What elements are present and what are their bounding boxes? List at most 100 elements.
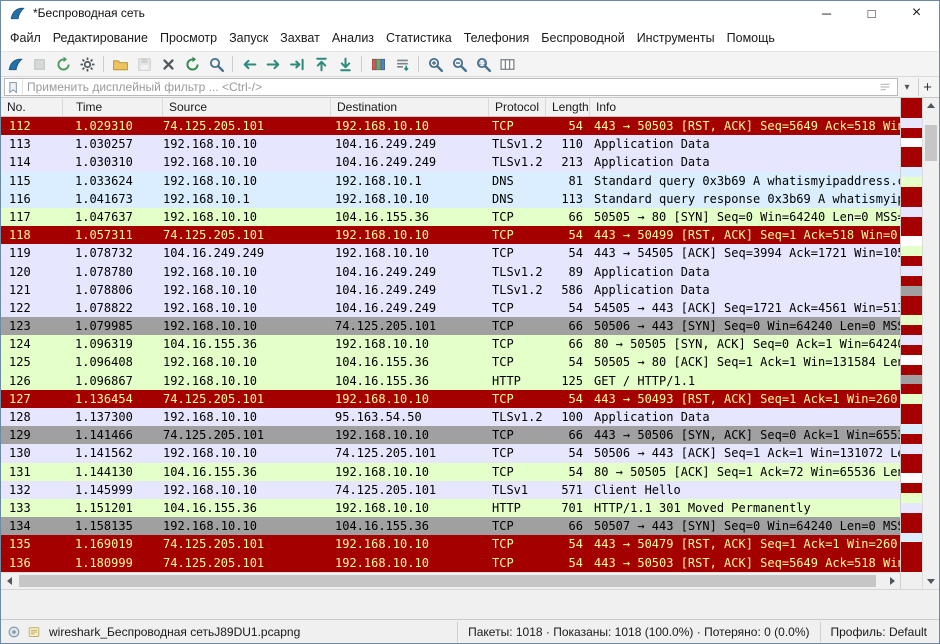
- minimap-stripe: [901, 217, 922, 227]
- minimize-button[interactable]: ─: [804, 1, 849, 25]
- packet-row[interactable]: 1121.02931074.125.205.101192.168.10.10TC…: [1, 117, 900, 135]
- vertical-scrollbar-thumb[interactable]: [925, 125, 937, 161]
- menu-item[interactable]: Просмотр: [154, 27, 223, 49]
- packet-row[interactable]: 1141.030310192.168.10.10104.16.249.249TL…: [1, 153, 900, 171]
- packet-row[interactable]: 1261.096867192.168.10.10104.16.155.36HTT…: [1, 372, 900, 390]
- menu-item[interactable]: Помощь: [721, 27, 781, 49]
- packet-row[interactable]: 1341.158135192.168.10.10104.16.155.36TCP…: [1, 517, 900, 535]
- column-header-source[interactable]: Source: [163, 98, 331, 116]
- packet-row[interactable]: 1331.151201104.16.155.36192.168.10.10HTT…: [1, 499, 900, 517]
- packet-cell-protocol: TLSv1.2: [489, 281, 546, 299]
- resize-columns-button[interactable]: [496, 53, 518, 75]
- expert-info-icon[interactable]: [5, 623, 23, 641]
- scroll-up-button[interactable]: [923, 98, 939, 113]
- packet-row[interactable]: 1321.145999192.168.10.1074.125.205.101TL…: [1, 481, 900, 499]
- column-header-info[interactable]: Info: [590, 98, 900, 116]
- packet-minimap[interactable]: [901, 98, 922, 572]
- zoom-original-button[interactable]: 1:1: [472, 53, 494, 75]
- packet-cell-info: 443 → 50503 [RST, ACK] Seq=5649 Ack=518 …: [590, 554, 900, 572]
- scroll-left-button[interactable]: [1, 573, 17, 589]
- scroll-right-button[interactable]: [884, 573, 900, 589]
- go-forward-button[interactable]: [262, 53, 284, 75]
- column-header-no[interactable]: No.: [1, 98, 63, 116]
- go-last-button[interactable]: [334, 53, 356, 75]
- menu-item[interactable]: Файл: [4, 27, 47, 49]
- menu-item[interactable]: Запуск: [223, 27, 274, 49]
- horizontal-scrollbar-track[interactable]: [17, 573, 884, 589]
- packet-row[interactable]: 1241.096319104.16.155.36192.168.10.10TCP…: [1, 335, 900, 353]
- packet-row[interactable]: 1201.078780192.168.10.10104.16.249.249TL…: [1, 263, 900, 281]
- packet-row[interactable]: 1291.14146674.125.205.101192.168.10.10TC…: [1, 426, 900, 444]
- filter-add-button[interactable]: +: [918, 78, 936, 96]
- maximize-button[interactable]: □: [849, 1, 894, 25]
- packet-row[interactable]: 1171.047637192.168.10.10104.16.155.36TCP…: [1, 208, 900, 226]
- restart-capture-button[interactable]: [52, 53, 74, 75]
- packet-row[interactable]: 1191.078732104.16.249.249192.168.10.10TC…: [1, 244, 900, 262]
- menu-item[interactable]: Статистика: [380, 27, 458, 49]
- minimap-stripe: [901, 98, 922, 108]
- menu-item[interactable]: Беспроводной: [535, 27, 630, 49]
- menu-item[interactable]: Анализ: [326, 27, 380, 49]
- packet-row[interactable]: 1361.18099974.125.205.101192.168.10.10TC…: [1, 554, 900, 572]
- packet-row[interactable]: 1301.141562192.168.10.1074.125.205.101TC…: [1, 444, 900, 462]
- profile-label[interactable]: Профиль: Default: [820, 622, 936, 642]
- stop-capture-button: [28, 53, 50, 75]
- packet-cell-source: 192.168.10.10: [163, 263, 331, 281]
- packet-row[interactable]: 1231.079985192.168.10.1074.125.205.101TC…: [1, 317, 900, 335]
- menu-item[interactable]: Инструменты: [631, 27, 721, 49]
- column-header-time[interactable]: Time: [63, 98, 163, 116]
- packet-cell-time: 1.137300: [63, 408, 163, 426]
- zoom-out-button[interactable]: [448, 53, 470, 75]
- menu-item[interactable]: Телефония: [458, 27, 536, 49]
- filter-history-dropdown[interactable]: ▾: [898, 78, 916, 96]
- minimap-stripe: [901, 108, 922, 118]
- horizontal-scrollbar[interactable]: [1, 572, 900, 589]
- save-file-icon: [136, 56, 153, 73]
- go-back-button[interactable]: [238, 53, 260, 75]
- start-capture-button[interactable]: [4, 53, 26, 75]
- open-file-button[interactable]: [109, 53, 131, 75]
- packet-cell-no: 126: [1, 372, 63, 390]
- column-header-protocol[interactable]: Protocol: [489, 98, 546, 116]
- go-first-button[interactable]: [310, 53, 332, 75]
- packet-cell-destination: 192.168.10.10: [331, 335, 489, 353]
- close-file-button[interactable]: [157, 53, 179, 75]
- packet-row[interactable]: 1271.13645474.125.205.101192.168.10.10TC…: [1, 390, 900, 408]
- menu-item[interactable]: Захват: [274, 27, 326, 49]
- close-button[interactable]: ×: [894, 1, 939, 25]
- vertical-scrollbar[interactable]: [922, 98, 939, 589]
- packet-row[interactable]: 1181.05731174.125.205.101192.168.10.10TC…: [1, 226, 900, 244]
- horizontal-scrollbar-thumb[interactable]: [19, 575, 876, 587]
- packet-cell-source: 74.125.205.101: [163, 226, 331, 244]
- display-filter-input[interactable]: [23, 79, 873, 95]
- packet-row[interactable]: 1311.144130104.16.155.36192.168.10.10TCP…: [1, 463, 900, 481]
- packet-cell-destination: 104.16.249.249: [331, 135, 489, 153]
- scroll-down-button[interactable]: [923, 574, 939, 589]
- vertical-scrollbar-track[interactable]: [923, 113, 939, 574]
- packet-row[interactable]: 1131.030257192.168.10.10104.16.249.249TL…: [1, 135, 900, 153]
- packet-row[interactable]: 1351.16901974.125.205.101192.168.10.10TC…: [1, 535, 900, 553]
- packet-row[interactable]: 1251.096408192.168.10.10104.16.155.36TCP…: [1, 353, 900, 371]
- capture-options-button[interactable]: [76, 53, 98, 75]
- column-header-destination[interactable]: Destination: [331, 98, 489, 116]
- find-packet-button[interactable]: [205, 53, 227, 75]
- menu-item[interactable]: Редактирование: [47, 27, 154, 49]
- packet-row[interactable]: 1151.033624192.168.10.10192.168.10.1DNS8…: [1, 172, 900, 190]
- packet-row[interactable]: 1211.078806192.168.10.10104.16.249.249TL…: [1, 281, 900, 299]
- packet-cell-destination: 192.168.10.10: [331, 426, 489, 444]
- column-header-length[interactable]: Length: [546, 98, 590, 116]
- packet-cell-source: 74.125.205.101: [163, 535, 331, 553]
- reload-file-button[interactable]: [181, 53, 203, 75]
- packet-cell-source: 192.168.10.10: [163, 135, 331, 153]
- packet-row[interactable]: 1161.041673192.168.10.1192.168.10.10DNS1…: [1, 190, 900, 208]
- go-to-packet-button[interactable]: [286, 53, 308, 75]
- capture-comment-icon[interactable]: [25, 623, 43, 641]
- zoom-in-button[interactable]: [424, 53, 446, 75]
- packet-row[interactable]: 1281.137300192.168.10.1095.163.54.50TLSv…: [1, 408, 900, 426]
- packet-cell-time: 1.057311: [63, 226, 163, 244]
- filter-bookmark-icon[interactable]: [5, 79, 23, 95]
- packet-cell-no: 129: [1, 426, 63, 444]
- colorize-button[interactable]: [367, 53, 389, 75]
- packet-row[interactable]: 1221.078822192.168.10.10104.16.249.249TC…: [1, 299, 900, 317]
- auto-scroll-button[interactable]: [391, 53, 413, 75]
